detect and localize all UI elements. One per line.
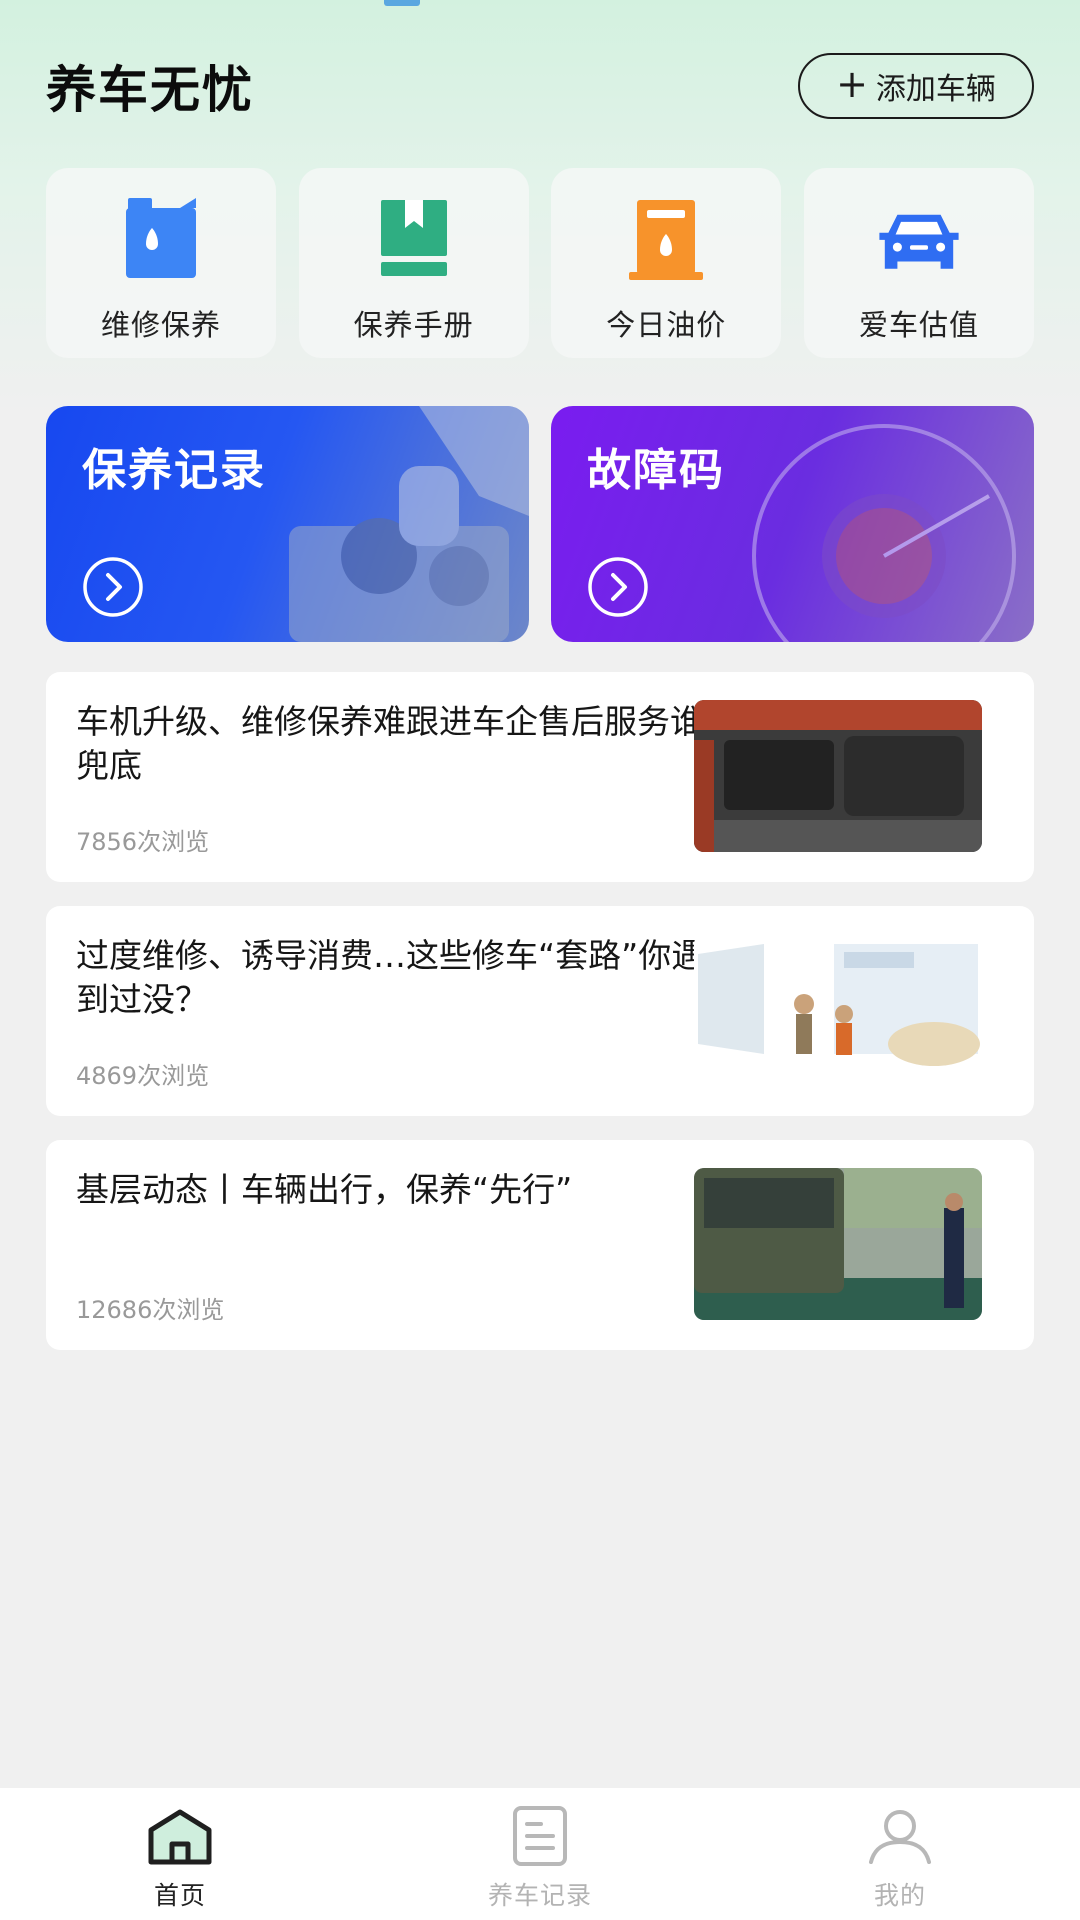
user-icon: [869, 1810, 931, 1864]
app-title: 养车无忧: [46, 61, 254, 119]
status-indicator: [384, 0, 420, 6]
quick-action-valuation[interactable]: 爱车估值: [803, 168, 1034, 358]
news-view-count: 12686次浏览: [76, 1296, 225, 1324]
quick-action-label: 爱车估值: [858, 308, 979, 342]
news-title: 车机升级、维修保养难跟进车企售后服务谁兜底: [76, 702, 703, 785]
quick-action-oil-price[interactable]: 今日油价: [551, 168, 782, 358]
feature-banners: 保养记录 故障码: [46, 406, 1034, 642]
quick-actions: 维修保养 保养手册 今日油价 爱车估值: [46, 168, 1034, 358]
news-thumbnail-engine-bay: [694, 700, 982, 852]
maintenance-record-banner[interactable]: 保养记录: [46, 406, 529, 642]
add-vehicle-button[interactable]: + 添加车辆: [798, 53, 1034, 119]
add-vehicle-label: 添加车辆: [875, 72, 996, 107]
arrow-right-circle-icon: [588, 557, 648, 617]
news-title: 过度维修、诱导消费…这些修车“套路”你遇到过没？: [76, 936, 705, 1019]
arrow-right-circle-icon: [83, 557, 143, 617]
engine-illustration: [289, 406, 529, 642]
news-view-count: 4869次浏览: [76, 1062, 210, 1090]
quick-action-label: 维修保养: [100, 308, 221, 342]
tab-maintenance-record[interactable]: 养车记录: [440, 1788, 640, 1920]
tab-home[interactable]: 首页: [80, 1788, 280, 1920]
news-title: 基层动态丨车辆出行，保养“先行”: [76, 1170, 573, 1209]
tab-label: 养车记录: [487, 1881, 592, 1910]
quick-action-label: 保养手册: [353, 308, 474, 342]
tab-label: 首页: [153, 1881, 206, 1910]
news-thumbnail-bus-wash: [694, 1168, 982, 1320]
car-icon: [879, 214, 959, 269]
speedometer-illustration: [752, 424, 1016, 642]
manual-book-icon: [380, 200, 447, 276]
banner-title: 保养记录: [82, 445, 266, 496]
banner-title: 故障码: [587, 445, 725, 496]
home-icon: [148, 1809, 212, 1865]
news-item[interactable]: 过度维修、诱导消费…这些修车“套路”你遇到过没？ 4869次浏览: [46, 906, 1034, 1116]
tab-label: 我的: [873, 1881, 926, 1910]
tab-profile[interactable]: 我的: [800, 1788, 1000, 1920]
quick-action-manual[interactable]: 保养手册: [298, 168, 529, 358]
oil-can-icon: [126, 198, 196, 278]
quick-action-label: 今日油价: [606, 308, 727, 342]
news-item[interactable]: 车机升级、维修保养难跟进车企售后服务谁兜底 7856次浏览: [46, 672, 1034, 882]
news-item[interactable]: 基层动态丨车辆出行，保养“先行” 12686次浏览: [46, 1140, 1034, 1350]
app-header: 养车无忧 + 添加车辆: [46, 52, 1034, 120]
news-thumbnail-repair-shop: [694, 934, 982, 1086]
fault-code-banner[interactable]: 故障码: [551, 406, 1034, 642]
fuel-pump-icon: [629, 200, 704, 280]
bottom-tab-bar: 首页 养车记录 我的: [0, 1788, 1080, 1920]
document-icon: [513, 1806, 567, 1866]
quick-action-maintenance[interactable]: 维修保养: [46, 168, 276, 358]
news-view-count: 7856次浏览: [76, 828, 210, 856]
news-list: 车机升级、维修保养难跟进车企售后服务谁兜底 7856次浏览 过度维修、诱导消费……: [46, 672, 1034, 1374]
plus-icon: +: [836, 62, 868, 106]
